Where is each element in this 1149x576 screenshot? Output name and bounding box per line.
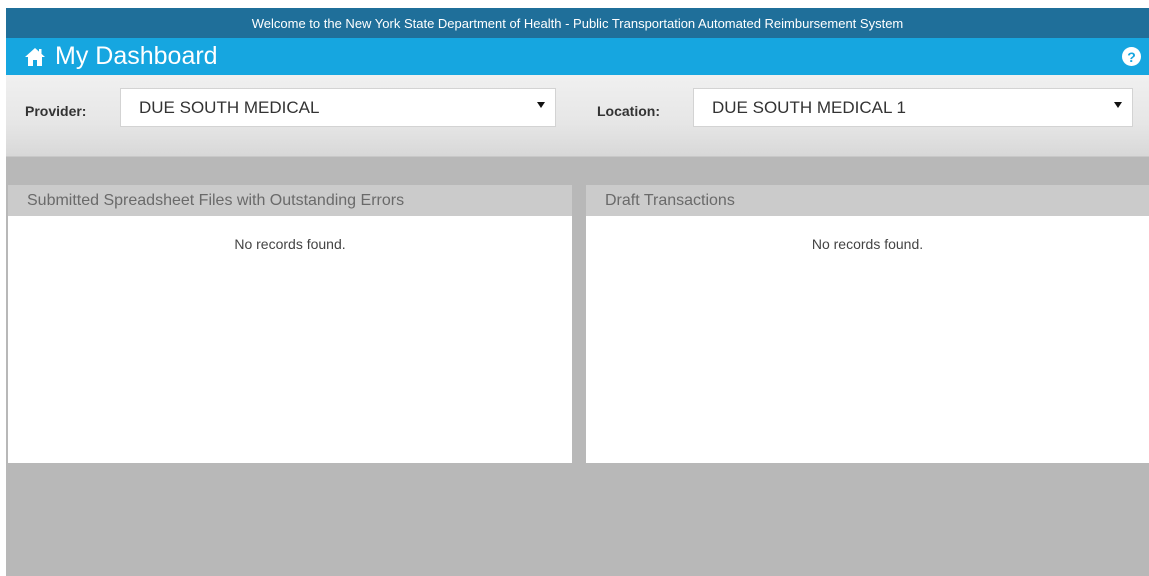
welcome-banner: Welcome to the New York State Department…: [6, 8, 1149, 38]
panel-header: Submitted Spreadsheet Files with Outstan…: [8, 185, 572, 216]
draft-transactions-panel: Draft Transactions No records found.: [586, 185, 1149, 463]
location-select-value: DUE SOUTH MEDICAL 1: [712, 97, 906, 117]
empty-message: No records found.: [234, 236, 346, 252]
empty-message: No records found.: [811, 236, 924, 252]
welcome-text: Welcome to the New York State Department…: [251, 15, 904, 31]
chevron-down-icon: [1114, 102, 1122, 108]
panel-title: Submitted Spreadsheet Files with Outstan…: [27, 191, 405, 209]
page-title: My Dashboard: [55, 42, 218, 70]
location-label: Location:: [597, 103, 660, 119]
chevron-down-icon: [537, 102, 545, 108]
provider-label: Provider:: [25, 103, 87, 119]
outstanding-errors-panel: Submitted Spreadsheet Files with Outstan…: [8, 185, 572, 463]
panel-body: No records found.: [586, 216, 1149, 252]
home-icon[interactable]: [24, 46, 46, 68]
location-select[interactable]: DUE SOUTH MEDICAL 1: [693, 88, 1133, 127]
filter-bar: Provider: DUE SOUTH MEDICAL Location: DU…: [6, 75, 1149, 157]
dashboard-header: My Dashboard ?: [6, 38, 1149, 75]
provider-select[interactable]: DUE SOUTH MEDICAL: [120, 88, 556, 127]
panel-body: No records found.: [8, 216, 572, 252]
panel-header: Draft Transactions: [586, 185, 1149, 216]
help-icon[interactable]: ?: [1122, 47, 1141, 66]
provider-select-value: DUE SOUTH MEDICAL: [139, 97, 320, 117]
panel-title: Draft Transactions: [605, 191, 735, 209]
app-frame: Welcome to the New York State Department…: [6, 8, 1149, 576]
